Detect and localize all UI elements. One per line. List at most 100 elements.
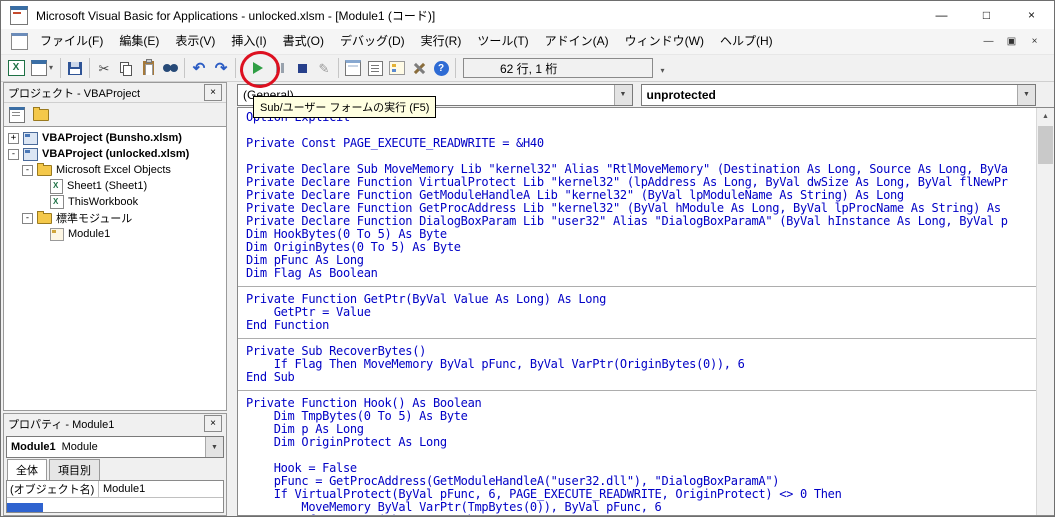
code-line: If TmpBytes(0) <> &H68 Then [246,514,1036,516]
cut-button[interactable]: ✂ [93,57,115,79]
properties-object-selector[interactable]: Module1 Module ▼ [6,436,224,458]
tree-item[interactable]: Sheet1 (Sheet1) [4,178,226,194]
code-line: Dim Flag As Boolean [246,266,378,280]
design-mode-button[interactable]: ✎ [313,57,335,79]
tree-item[interactable]: - 標準モジュール [4,210,226,226]
toolbox-button[interactable] [408,57,430,79]
properties-panel-header: プロパティ - Module1 × [4,414,226,433]
code-text-area[interactable]: Option ExplicitPrivate Const PAGE_EXECUT… [238,108,1036,515]
project-panel-close-button[interactable]: × [204,84,222,101]
toolbar-separator [184,58,185,78]
project-icon [23,131,38,145]
code-line: End Function [246,318,330,332]
menu-item[interactable]: ウィンドウ(W) [617,29,712,54]
undo-button[interactable]: ↶ [188,57,210,79]
minimize-button[interactable]: — [919,1,964,29]
mdi-restore-button[interactable]: ▣ [1000,36,1023,47]
paste-icon [142,59,154,75]
mdi-minimize-button[interactable]: — [977,36,1000,47]
paste-button[interactable] [137,57,159,79]
tree-item-label: Sheet1 (Sheet1) [67,180,148,192]
help-button[interactable]: ? [430,57,452,79]
dropdown-arrow-icon[interactable]: ▼ [1017,84,1035,105]
toolbox-icon [413,62,426,75]
tree-expander-icon[interactable]: - [22,164,33,176]
code-line: If Flag Then MoveMemory ByVal pFunc, ByV… [246,357,745,371]
menu-item[interactable]: 挿入(I) [223,29,274,54]
toolbar-separator [338,58,339,78]
view-excel-button[interactable]: X [5,57,27,79]
close-button[interactable]: × [1009,1,1054,29]
tree-item[interactable]: + VBAProject (Bunsho.xlsm) [4,130,226,146]
scrollbar-thumb[interactable] [1038,126,1053,164]
cut-icon: ✂ [98,60,110,76]
property-value: Module1 [103,483,146,495]
properties-tabs: 全体 項目別 [4,459,226,480]
mdi-child-icon[interactable] [11,33,28,50]
menu-item[interactable]: デバッグ(D) [332,29,413,54]
dropdown-arrow-icon[interactable]: ▼ [205,437,223,457]
vertical-scrollbar[interactable]: ▲ [1036,108,1054,515]
properties-panel-close-button[interactable]: × [204,415,222,432]
tree-item[interactable]: ThisWorkbook [4,194,226,210]
tree-item-label: Module1 [68,228,111,240]
tree-expander-icon[interactable]: - [22,212,33,224]
dropdown-arrow-icon[interactable]: ▼ [613,84,632,105]
toggle-folders-icon[interactable] [33,106,49,121]
tab-categorized[interactable]: 項目別 [49,459,100,480]
find-button[interactable] [159,57,181,79]
code-editor: Option ExplicitPrivate Const PAGE_EXECUT… [237,107,1054,516]
property-row[interactable]: (オブジェクト名) Module1 [7,481,223,498]
mdi-close-button[interactable]: × [1023,36,1046,47]
selected-object-type: Module [61,441,98,453]
userform-icon [30,60,47,76]
close-icon: × [210,417,216,429]
menu-item[interactable]: ファイル(F) [32,29,111,54]
toolbar-options-button[interactable]: ▾ [655,57,670,79]
object-browser-button[interactable] [386,57,408,79]
project-explorer-panel: プロジェクト - VBAProject × + VBAProject (Bunsh… [3,82,227,411]
menu-item[interactable]: ツール(T) [469,29,536,54]
mdi-restore-icon: ▣ [1006,36,1017,47]
left-panels: プロジェクト - VBAProject × + VBAProject (Bunsh… [1,82,229,516]
tab-alphabetic[interactable]: 全体 [7,459,47,480]
menu-item[interactable]: 表示(V) [167,29,223,54]
insert-userform-button[interactable]: ▾ [27,57,57,79]
menu-item[interactable]: 編集(E) [111,29,167,54]
menu-item[interactable]: アドイン(A) [537,29,617,54]
standard-toolbar: X ▾ ✂ ↶ ↷ ✎ ? 62 行, 1 桁 ▾ [1,54,1054,82]
tree-item-label: VBAProject (unlocked.xlsm) [42,148,190,160]
menu-item[interactable]: 実行(R) [413,29,470,54]
object-browser-icon [389,61,405,75]
redo-button[interactable]: ↷ [210,57,232,79]
menu-item[interactable]: 書式(O) [275,29,332,54]
tree-item[interactable]: - VBAProject (unlocked.xlsm) [4,146,226,162]
maximize-button[interactable]: □ [964,1,1009,29]
minimize-icon: — [935,8,948,22]
properties-panel: プロパティ - Module1 × Module1 Module ▼ 全体 項目… [3,413,227,516]
procedure-separator [238,384,1036,397]
tree-item[interactable]: - Microsoft Excel Objects [4,162,226,178]
code-line: Dim OriginProtect As Long [246,435,447,449]
folder-icon [37,210,52,224]
partial-selection-highlight [7,503,43,512]
code-line: Dim TmpBytes(0 To 5) As Byte [246,409,468,423]
properties-window-button[interactable] [364,57,386,79]
tree-expander-icon[interactable]: + [8,132,19,144]
view-code-icon[interactable] [9,106,25,123]
save-button[interactable] [64,57,86,79]
folder-icon [37,162,52,176]
tree-item[interactable]: Module1 [4,226,226,242]
menu-item[interactable]: ヘルプ(H) [712,29,781,54]
main-area: プロジェクト - VBAProject × + VBAProject (Bunsh… [1,82,1054,516]
project-explorer-icon [345,60,361,76]
procedure-dropdown[interactable]: unprotected ▼ [640,83,1036,106]
scroll-up-icon[interactable]: ▲ [1037,108,1054,124]
copy-button[interactable] [115,57,137,79]
reset-button[interactable] [291,57,313,79]
project-explorer-button[interactable] [342,57,364,79]
toolbar-separator [60,58,61,78]
toolbar-separator [455,58,456,78]
tree-item-label: VBAProject (Bunsho.xlsm) [42,132,182,144]
tree-expander-icon[interactable]: - [8,148,19,160]
